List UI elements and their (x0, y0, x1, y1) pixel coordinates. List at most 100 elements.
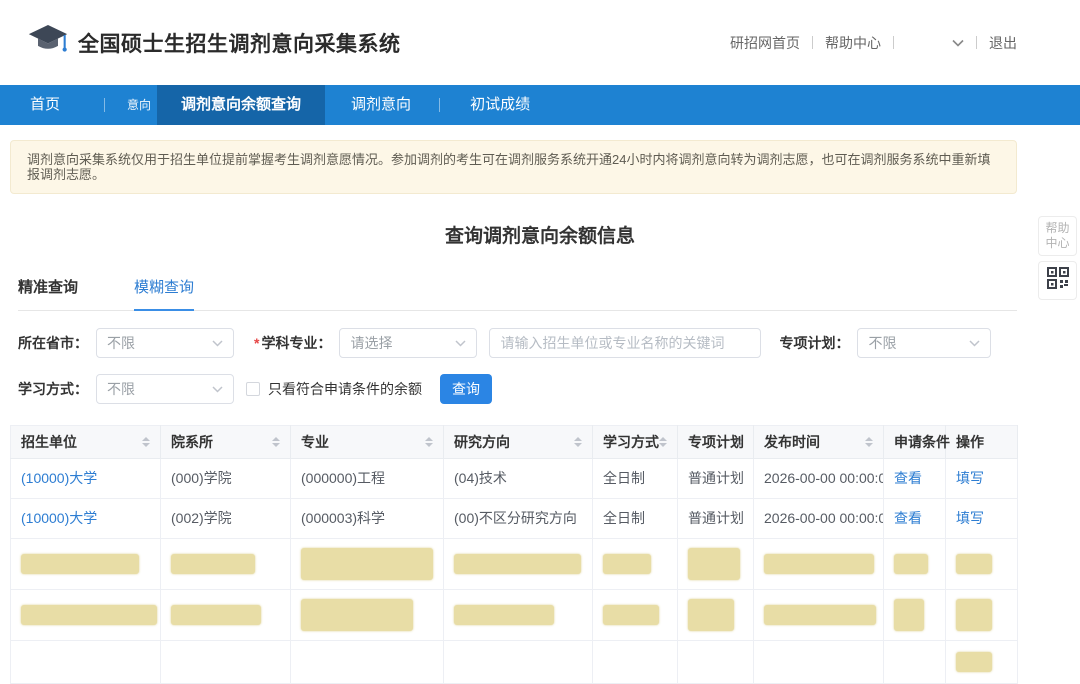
redacted-cell (688, 599, 734, 631)
dept-cell: (002)学院 (161, 499, 291, 539)
redacted-cell (454, 605, 554, 625)
col-unit[interactable]: 招生单位 (11, 426, 161, 459)
plan-cell: 普通计划 (678, 459, 754, 499)
major-cell: (000000)工程 (291, 459, 444, 499)
divider (893, 36, 894, 49)
search-button[interactable]: 查询 (440, 374, 492, 404)
floating-help-center-button[interactable]: 帮助 中心 (1038, 216, 1077, 256)
province-select[interactable]: 不限 (96, 328, 234, 358)
sort-icon[interactable] (659, 437, 667, 447)
province-label: 所在省市： (18, 333, 88, 353)
chevron-down-icon (455, 340, 466, 347)
fill-in-link[interactable]: 填写 (956, 510, 984, 526)
page-title: 查询调剂意向余额信息 (0, 224, 1080, 250)
province-value: 不限 (107, 333, 135, 353)
chevron-down-icon (952, 39, 964, 47)
chevron-down-icon (969, 340, 980, 347)
floating-qr-code-button[interactable] (1038, 261, 1077, 300)
sort-icon[interactable] (142, 437, 150, 447)
study-mode-value: 不限 (107, 379, 135, 399)
nav-item-home[interactable]: 首页 (30, 85, 60, 125)
fill-in-link[interactable]: 填写 (956, 470, 984, 486)
tab-precise-query[interactable]: 精准查询 (18, 276, 78, 310)
link-logout[interactable]: 退出 (989, 33, 1017, 53)
dept-cell: (000)学院 (161, 459, 291, 499)
sort-icon[interactable] (272, 437, 280, 447)
sort-icon[interactable] (865, 437, 873, 447)
chevron-down-icon (212, 340, 223, 347)
divider (812, 36, 813, 49)
app-title: 全国硕士生招生调剂意向采集系统 (78, 28, 401, 58)
col-dept[interactable]: 院系所 (161, 426, 291, 459)
col-major[interactable]: 专业 (291, 426, 444, 459)
main-nav: 首页 意向 调剂意向余额查询 调剂意向 初试成绩 (0, 85, 1080, 125)
table-row-redacted (11, 539, 1018, 590)
col-plan[interactable]: 专项计划 (678, 426, 754, 459)
divider (976, 36, 977, 49)
plan-select[interactable]: 不限 (857, 328, 991, 358)
graduation-cap-icon (28, 23, 68, 62)
col-apply-condition: 申请条件 (884, 426, 946, 459)
checkbox-icon[interactable] (246, 382, 260, 396)
col-direction[interactable]: 研究方向 (444, 426, 593, 459)
view-condition-link[interactable]: 查看 (894, 510, 922, 526)
view-condition-link[interactable]: 查看 (894, 470, 922, 486)
publish-time-cell: 2026-00-00 00:00:00 (754, 459, 884, 499)
link-help-center[interactable]: 帮助中心 (825, 33, 881, 53)
link-yanzhao-home[interactable]: 研招网首页 (730, 33, 800, 53)
study-mode-label: 学习方式： (18, 379, 88, 399)
col-publish-time[interactable]: 发布时间 (754, 426, 884, 459)
redacted-cell (171, 554, 255, 574)
notice-banner: 调剂意向采集系统仅用于招生单位提前掌握考生调剂意愿情况。参加调剂的考生可在调剂服… (10, 140, 1017, 194)
eligible-only-checkbox-wrap[interactable]: 只看符合申请条件的余额 (246, 379, 422, 399)
redacted-cell (301, 599, 413, 631)
keyword-input[interactable] (489, 328, 761, 358)
plan-label: 专项计划： (779, 333, 849, 353)
eligible-only-label: 只看符合申请条件的余额 (268, 379, 422, 399)
study-mode-cell: 全日制 (593, 459, 678, 499)
nav-item-intention[interactable]: 意向 (127, 85, 151, 125)
study-mode-cell: 全日制 (593, 499, 678, 539)
chevron-down-icon (212, 386, 223, 393)
redacted-cell (764, 554, 874, 574)
redacted-cell (21, 554, 139, 574)
header-links: 研招网首页 帮助中心 退出 (730, 33, 1017, 53)
major-cell: (000003)科学 (291, 499, 444, 539)
filter-row-1: 所在省市： 不限 *学科专业： 请选择 专项计划： 不限 (18, 328, 1017, 358)
sort-icon[interactable] (425, 437, 433, 447)
redacted-cell (603, 605, 659, 625)
results-table-wrap: 招生单位 院系所 专业 研究方向 学习方式 专项计划 发布时间 申请条件 操作 … (10, 425, 1017, 684)
redacted-cell (301, 548, 433, 580)
query-tabs: 精准查询 模糊查询 (18, 276, 1017, 311)
help-label-line2: 中心 (1041, 236, 1074, 251)
redacted-cell (956, 554, 992, 574)
col-study-mode[interactable]: 学习方式 (593, 426, 678, 459)
plan-value: 不限 (868, 333, 896, 353)
plan-cell: 普通计划 (678, 499, 754, 539)
redacted-cell (21, 605, 157, 625)
nav-item-initial-score[interactable]: 初试成绩 (442, 85, 558, 125)
required-asterisk: * (254, 335, 259, 351)
subject-select[interactable]: 请选择 (339, 328, 477, 358)
divider (439, 98, 440, 112)
sort-icon[interactable] (574, 437, 582, 447)
study-mode-select[interactable]: 不限 (96, 374, 234, 404)
nav-item-adjust-intention[interactable]: 调剂意向 (325, 85, 437, 125)
redacted-cell (956, 599, 992, 631)
unit-link[interactable]: (10000)大学 (21, 510, 97, 526)
tab-fuzzy-query[interactable]: 模糊查询 (134, 276, 194, 311)
col-action: 操作 (946, 426, 1018, 459)
nav-item-balance-query[interactable]: 调剂意向余额查询 (157, 85, 325, 125)
unit-link[interactable]: (10000)大学 (21, 470, 97, 486)
help-label-line1: 帮助 (1041, 221, 1074, 236)
user-menu[interactable] (906, 39, 964, 47)
app-header: 全国硕士生招生调剂意向采集系统 研招网首页 帮助中心 退出 (0, 0, 1080, 85)
redacted-cell (454, 554, 581, 574)
redacted-cell (171, 605, 261, 625)
redacted-cell (688, 548, 740, 580)
subject-value: 请选择 (350, 333, 392, 353)
table-row-partial (11, 641, 1018, 684)
filter-row-2: 学习方式： 不限 只看符合申请条件的余额 查询 (18, 374, 1017, 404)
redacted-cell (956, 652, 992, 672)
redacted-cell (603, 554, 651, 574)
